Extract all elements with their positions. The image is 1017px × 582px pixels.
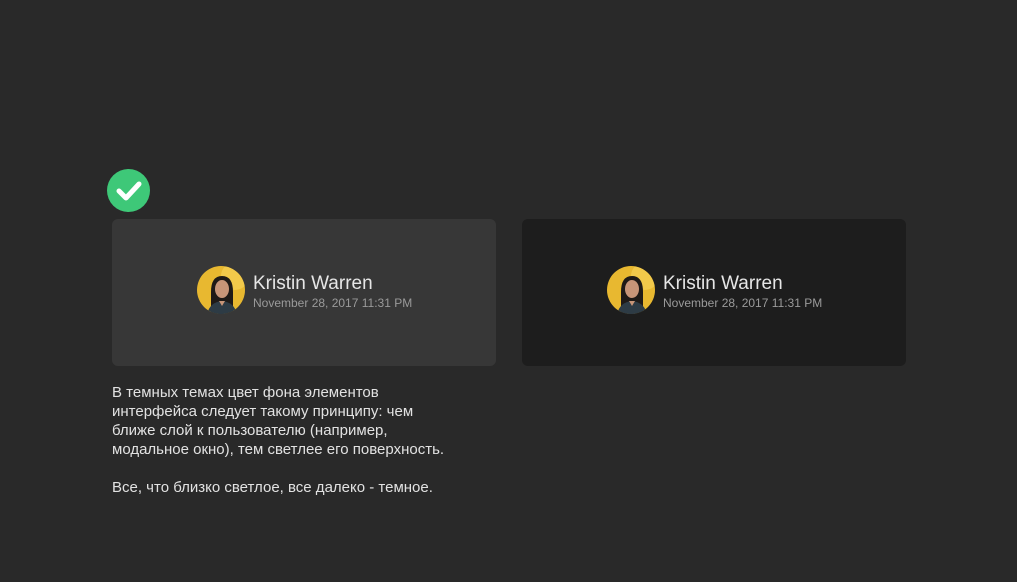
user-info: Kristin Warren November 28, 2017 11:31 P… [197,266,412,314]
success-check-badge [107,169,150,212]
user-name: Kristin Warren [663,273,783,294]
post-timestamp: November 28, 2017 11:31 PM [253,296,413,310]
description-text: В темных темах цвет фона элементов интер… [112,383,452,516]
user-info: Kristin Warren November 28, 2017 11:31 P… [607,266,822,314]
description-paragraph-2: Все, что близко светлое, все далеко - те… [112,479,433,496]
checkmark-icon [116,181,141,200]
description-paragraph-1: В темных темах цвет фона элементов интер… [112,384,445,458]
avatar [197,266,245,314]
post-timestamp: November 28, 2017 11:31 PM [663,296,823,310]
avatar [607,266,655,314]
light-surface-card: Kristin Warren November 28, 2017 11:31 P… [112,219,496,366]
dark-surface-card: Kristin Warren November 28, 2017 11:31 P… [522,219,906,366]
user-name: Kristin Warren [253,273,373,294]
